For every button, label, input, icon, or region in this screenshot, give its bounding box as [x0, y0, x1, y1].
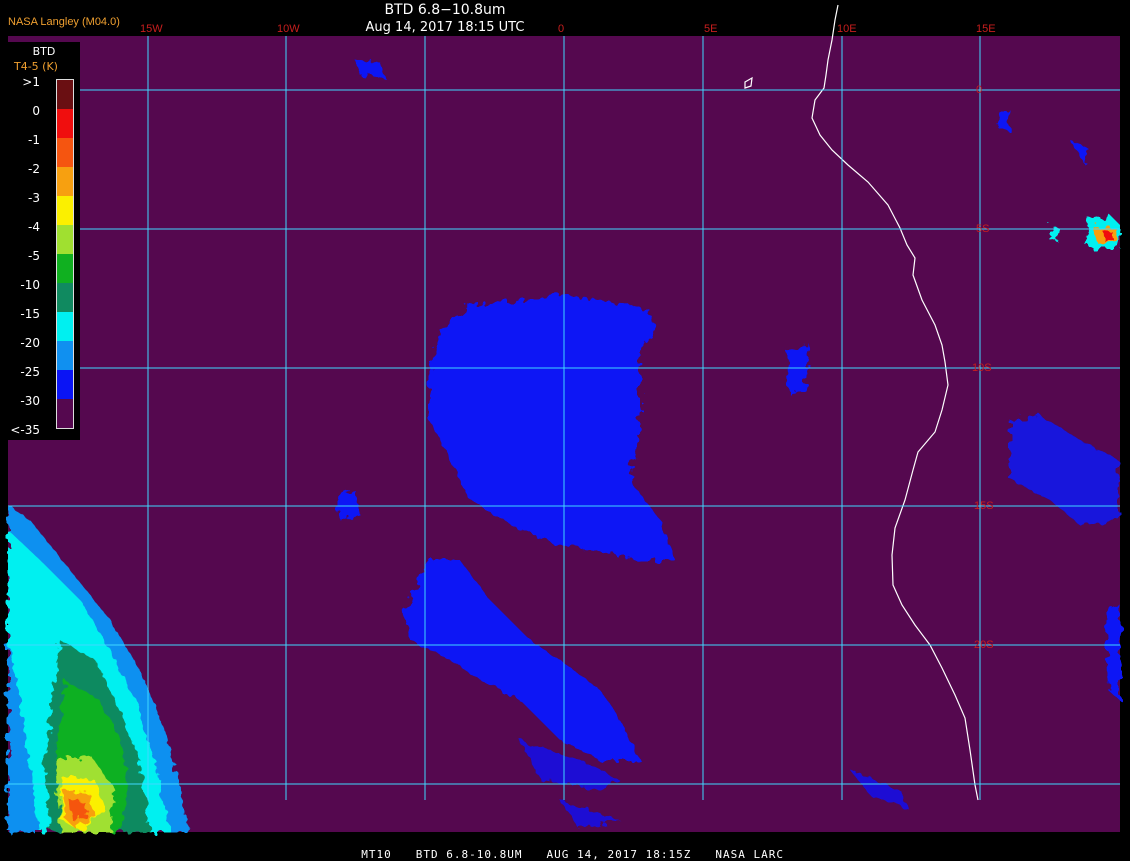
legend-label: -20	[20, 336, 40, 350]
legend-swatch	[57, 109, 73, 138]
legend-swatch	[57, 283, 73, 312]
legend-label: -25	[20, 365, 40, 379]
legend-swatch	[57, 167, 73, 196]
legend-label: <-35	[10, 423, 40, 437]
legend-label: >1	[22, 75, 40, 89]
lat-label-0: 0	[976, 84, 983, 96]
legend-swatch	[57, 254, 73, 283]
lon-label-0: 0	[558, 23, 565, 35]
lat-label-15s: 15S	[974, 500, 994, 512]
footer-bar: MT10 BTD 6.8-10.8UM AUG 14, 2017 18:15Z NAS…	[0, 835, 1130, 861]
legend-label: -10	[20, 278, 40, 292]
lon-label-10e: 10E	[837, 23, 857, 35]
legend-label: -30	[20, 394, 40, 408]
lat-label-10s: 10S	[972, 362, 992, 374]
credit-label: NASA Langley (M04.0)	[8, 16, 120, 28]
legend-title: BTD	[32, 45, 56, 58]
lon-label-10w: 10W	[277, 23, 300, 35]
legend-label: -5	[28, 249, 40, 263]
legend-swatch	[57, 341, 73, 370]
legend-swatch	[57, 370, 73, 399]
legend-color-bar	[56, 79, 74, 429]
legend-swatch	[57, 80, 73, 109]
lon-label-5e: 5E	[704, 23, 718, 35]
legend-label: -2	[28, 162, 40, 176]
map-title: BTD 6.8−10.8um	[384, 2, 506, 18]
lat-label-5s: 5S	[976, 223, 990, 235]
legend-units: T4-5 (K)	[14, 60, 58, 73]
lon-label-15w: 15W	[140, 23, 163, 35]
legend-swatch	[57, 312, 73, 341]
legend-label: -3	[28, 191, 40, 205]
legend-swatch	[57, 196, 73, 225]
satellite-map	[8, 4, 1120, 832]
legend-swatch	[57, 399, 73, 428]
color-legend: BTD T4-5 (K) >1 0 -1 -2 -3 -4 -5 -10 -15 -20 -25 -3…	[8, 42, 80, 440]
legend-swatch	[57, 225, 73, 254]
legend-swatch	[57, 138, 73, 167]
legend-label: -15	[20, 307, 40, 321]
legend-label: 0	[32, 104, 40, 118]
lon-label-15e: 15E	[976, 23, 996, 35]
legend-label: -4	[28, 220, 40, 234]
legend-label: -1	[28, 133, 40, 147]
map-timestamp: Aug 14, 2017 18:15 UTC	[365, 20, 525, 35]
lat-label-20s: 20S	[974, 639, 994, 651]
